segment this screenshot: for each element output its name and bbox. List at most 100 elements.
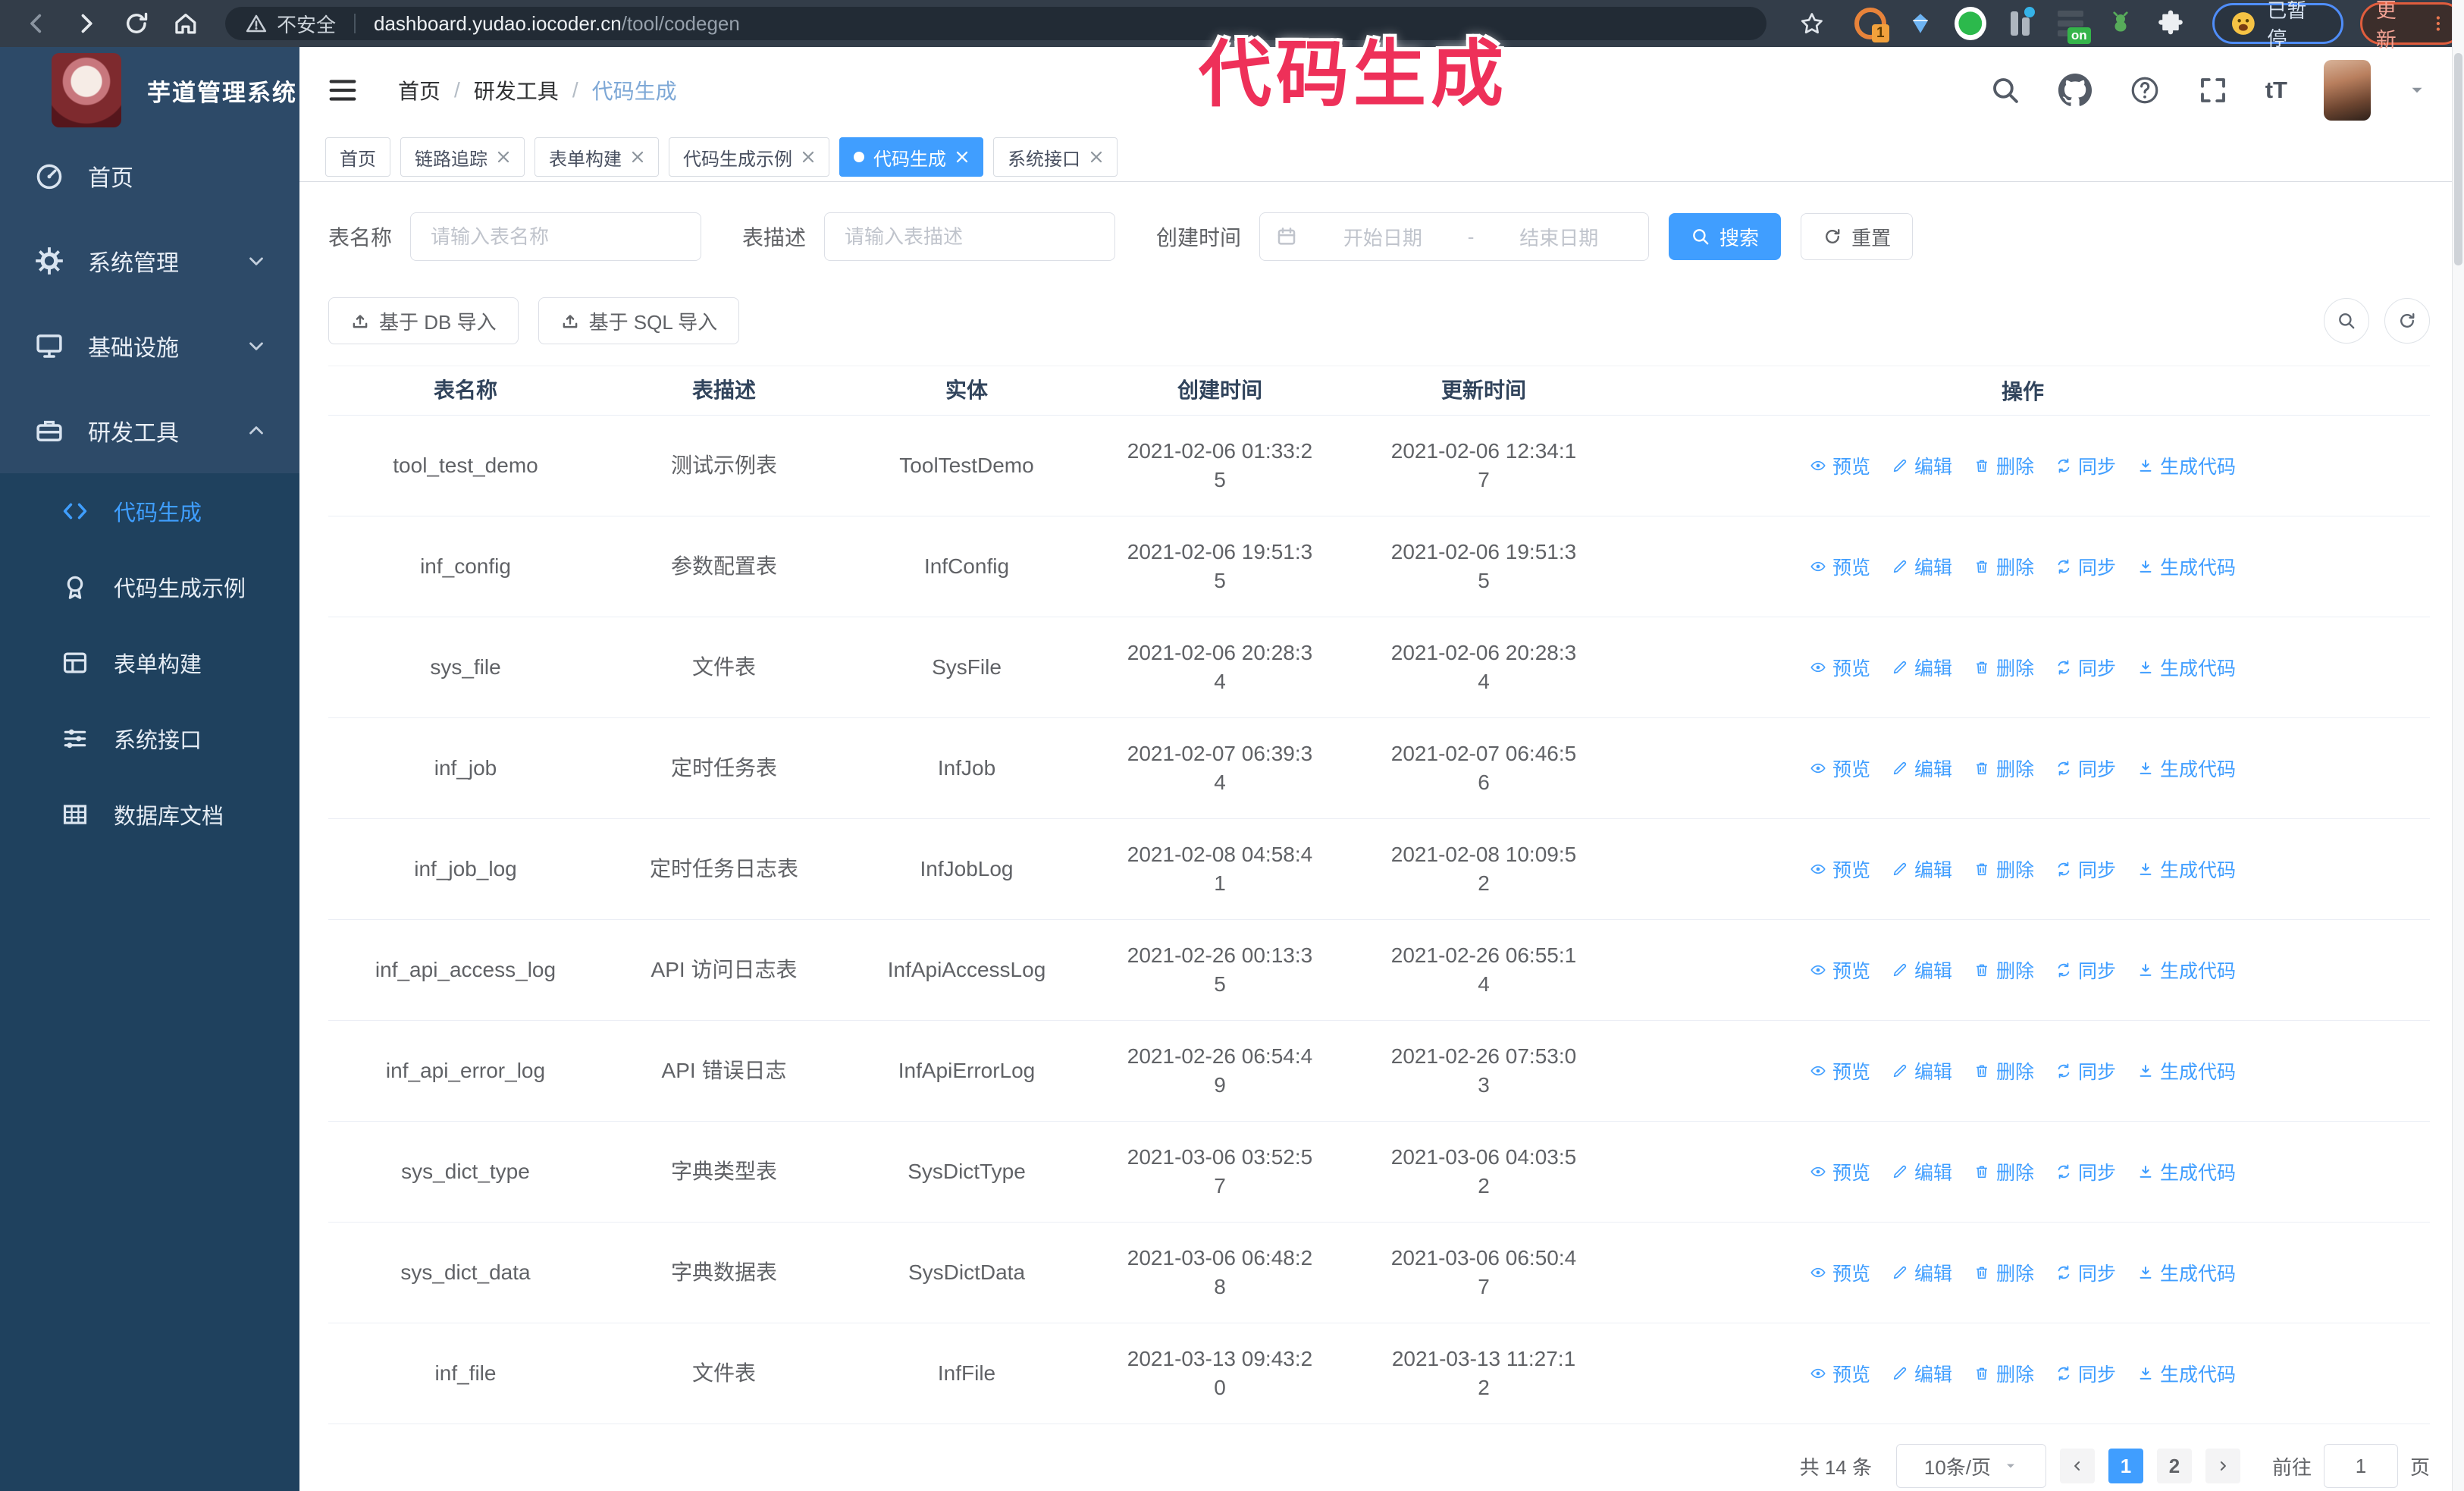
preview-link[interactable]: 预览 [1810, 1259, 1870, 1286]
preview-link[interactable]: 预览 [1810, 755, 1870, 782]
fullscreen-icon[interactable] [2197, 74, 2229, 106]
extension-columns-icon[interactable] [2005, 7, 2036, 39]
page-button-2[interactable]: 2 [2156, 1449, 2192, 1483]
sync-link[interactable]: 同步 [2055, 452, 2116, 479]
preview-link[interactable]: 预览 [1810, 1158, 1870, 1185]
preview-link[interactable]: 预览 [1810, 654, 1870, 681]
generate-code-link[interactable]: 生成代码 [2137, 855, 2236, 883]
sync-link[interactable]: 同步 [2055, 654, 2116, 681]
generate-code-link[interactable]: 生成代码 [2137, 1259, 2236, 1286]
edit-link[interactable]: 编辑 [1892, 1158, 1952, 1185]
generate-code-link[interactable]: 生成代码 [2137, 654, 2236, 681]
sidebar-item-form-builder[interactable]: 表单构建 [0, 625, 299, 701]
generate-code-link[interactable]: 生成代码 [2137, 1057, 2236, 1085]
import-db-button[interactable]: 基于 DB 导入 [328, 297, 519, 344]
generate-code-link[interactable]: 生成代码 [2137, 452, 2236, 479]
tab-codegen[interactable]: 代码生成 [839, 137, 983, 177]
tab-codegen-example[interactable]: 代码生成示例 [669, 137, 829, 177]
delete-link[interactable]: 删除 [1973, 553, 2034, 580]
edit-link[interactable]: 编辑 [1892, 1360, 1952, 1387]
scrollbar-thumb[interactable] [2454, 53, 2462, 265]
home-icon[interactable] [172, 10, 199, 37]
sync-link[interactable]: 同步 [2055, 1158, 2116, 1185]
text-size-icon[interactable]: tT [2265, 77, 2287, 104]
kebab-menu-icon[interactable] [2428, 14, 2448, 33]
delete-link[interactable]: 删除 [1973, 855, 2034, 883]
sync-link[interactable]: 同步 [2055, 755, 2116, 782]
edit-link[interactable]: 编辑 [1892, 755, 1952, 782]
delete-link[interactable]: 删除 [1973, 1158, 2034, 1185]
forward-icon[interactable] [73, 10, 100, 37]
profile-paused-chip[interactable]: 已暂停 [2212, 0, 2343, 50]
tab-home[interactable]: 首页 [325, 137, 390, 177]
page-size-select[interactable]: 10条/页 [1895, 1444, 2046, 1488]
generate-code-link[interactable]: 生成代码 [2137, 553, 2236, 580]
avatar[interactable] [2324, 59, 2371, 121]
preview-link[interactable]: 预览 [1810, 452, 1870, 479]
date-range-picker[interactable]: 开始日期 - 结束日期 [1259, 212, 1650, 261]
sidebar-item-system-api[interactable]: 系统接口 [0, 701, 299, 777]
close-icon[interactable] [497, 150, 510, 164]
tab-tracing[interactable]: 链路追踪 [400, 137, 525, 177]
extensions-puzzle-icon[interactable] [2155, 8, 2187, 39]
sync-link[interactable]: 同步 [2055, 956, 2116, 984]
preview-link[interactable]: 预览 [1810, 855, 1870, 883]
window-scrollbar[interactable] [2452, 0, 2464, 1491]
refresh-table-button[interactable] [2384, 298, 2430, 344]
sync-link[interactable]: 同步 [2055, 1259, 2116, 1286]
table-name-input[interactable] [410, 212, 702, 261]
sidebar-item-dev-tools[interactable]: 研发工具 [0, 388, 299, 473]
generate-code-link[interactable]: 生成代码 [2137, 1360, 2236, 1387]
sync-link[interactable]: 同步 [2055, 553, 2116, 580]
edit-link[interactable]: 编辑 [1892, 956, 1952, 984]
page-button-1[interactable]: 1 [2108, 1449, 2143, 1483]
github-icon[interactable] [2058, 73, 2093, 108]
preview-link[interactable]: 预览 [1810, 1360, 1870, 1387]
goto-page-input[interactable] [2323, 1444, 2398, 1488]
delete-link[interactable]: 删除 [1973, 452, 2034, 479]
table-desc-input[interactable] [824, 212, 1116, 261]
extension-rows-icon[interactable]: on [2055, 8, 2091, 44]
sidebar-item-home[interactable]: 首页 [0, 133, 299, 218]
edit-link[interactable]: 编辑 [1892, 855, 1952, 883]
delete-link[interactable]: 删除 [1973, 1259, 2034, 1286]
close-icon[interactable] [801, 150, 815, 164]
sync-link[interactable]: 同步 [2055, 1360, 2116, 1387]
generate-code-link[interactable]: 生成代码 [2137, 1158, 2236, 1185]
search-button[interactable]: 搜索 [1669, 213, 1782, 260]
back-icon[interactable] [23, 10, 50, 37]
browser-update-button[interactable]: 更新 [2359, 0, 2464, 52]
edit-link[interactable]: 编辑 [1892, 654, 1952, 681]
end-date-placeholder[interactable]: 结束日期 [1484, 223, 1633, 251]
sidebar-item-system[interactable]: 系统管理 [0, 218, 299, 303]
next-page-button[interactable] [2205, 1449, 2240, 1483]
edit-link[interactable]: 编辑 [1892, 1259, 1952, 1286]
caret-down-icon[interactable] [2407, 80, 2427, 100]
sidebar-item-codegen-example[interactable]: 代码生成示例 [0, 549, 299, 625]
hamburger-icon[interactable] [325, 73, 360, 108]
extension-shield-icon[interactable] [1954, 7, 1986, 40]
extension-gem-icon[interactable] [1904, 8, 1936, 39]
start-date-placeholder[interactable]: 开始日期 [1309, 223, 1457, 251]
generate-code-link[interactable]: 生成代码 [2137, 755, 2236, 782]
breadcrumb-home[interactable]: 首页 [398, 75, 440, 105]
close-icon[interactable] [631, 150, 644, 164]
help-icon[interactable] [2129, 74, 2161, 106]
sidebar-item-infra[interactable]: 基础设施 [0, 303, 299, 388]
reset-button[interactable]: 重置 [1801, 213, 1914, 260]
generate-code-link[interactable]: 生成代码 [2137, 956, 2236, 984]
edit-link[interactable]: 编辑 [1892, 1057, 1952, 1085]
prev-page-button[interactable] [2059, 1449, 2095, 1483]
search-icon[interactable] [1989, 74, 2021, 106]
sync-link[interactable]: 同步 [2055, 855, 2116, 883]
delete-link[interactable]: 删除 [1973, 755, 2034, 782]
close-icon[interactable] [955, 150, 969, 164]
tab-system-api[interactable]: 系统接口 [993, 137, 1118, 177]
sidebar-item-db-doc[interactable]: 数据库文档 [0, 777, 299, 852]
delete-link[interactable]: 删除 [1973, 956, 2034, 984]
extension-orange-icon[interactable]: 1 [1854, 8, 1889, 42]
tab-form-builder[interactable]: 表单构建 [534, 137, 659, 177]
delete-link[interactable]: 删除 [1973, 1057, 2034, 1085]
toggle-search-button[interactable] [2324, 298, 2369, 344]
extension-bug-icon[interactable] [2105, 8, 2136, 39]
